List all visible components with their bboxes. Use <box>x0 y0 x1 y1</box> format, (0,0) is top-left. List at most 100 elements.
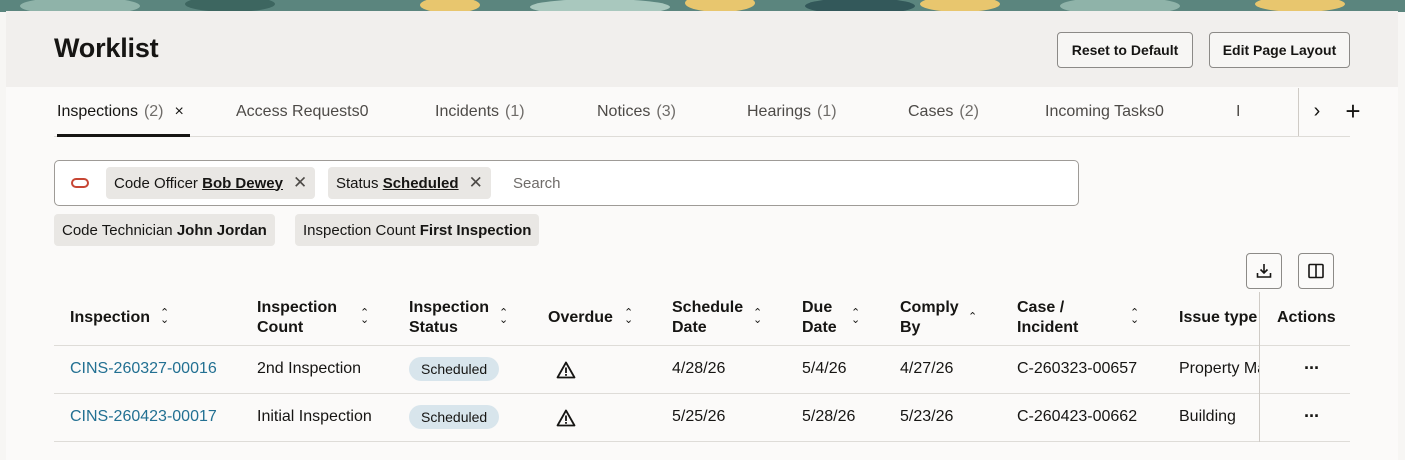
tab-overflow-divider <box>1288 88 1299 136</box>
tab-label: Access Requests0 <box>236 103 369 120</box>
download-icon[interactable] <box>1246 253 1282 289</box>
header-label: Date <box>672 319 707 336</box>
sort-icon[interactable]: ⌃ ⌄ <box>360 308 369 326</box>
more-actions-icon[interactable]: ··· <box>1304 406 1320 427</box>
warning-icon <box>556 407 576 429</box>
chip-value: Scheduled <box>382 174 459 192</box>
tab-label: Hearings <box>747 103 812 120</box>
header-divider <box>54 345 1350 346</box>
search-input[interactable]: Search <box>513 175 561 192</box>
oracle-logo-icon <box>71 178 89 188</box>
inspection-link[interactable]: CINS-260423-00017 <box>70 406 217 428</box>
filter-chip-status[interactable]: Status Scheduled ✕ <box>328 167 491 199</box>
add-tab-icon[interactable]: + <box>1338 96 1368 126</box>
tab-label: Inspections <box>57 103 138 120</box>
header-label: Count <box>257 319 304 336</box>
chevron-right-icon[interactable]: › <box>1307 100 1327 122</box>
due-date-cell: 5/28/26 <box>802 408 856 425</box>
row-divider <box>1260 441 1350 442</box>
frozen-column-divider <box>1259 292 1260 442</box>
sort-icon[interactable]: ⌃ ⌄ <box>1130 308 1139 326</box>
column-header-actions: Actions <box>1277 309 1336 326</box>
filter-search-bar[interactable]: Code Officer Bob Dewey ✕ Status Schedule… <box>54 160 1079 206</box>
inspection-count-cell: Initial Inspection <box>257 408 372 425</box>
header-label: Schedule <box>672 299 744 316</box>
issue-type-cell: Building <box>1179 408 1236 425</box>
tab-label: Cases <box>908 103 954 120</box>
tab-count: (1) <box>505 103 525 120</box>
column-header-case-incident[interactable]: Case / Incident <box>1017 292 1078 344</box>
row-divider <box>54 441 1350 442</box>
header-divider <box>1260 345 1350 346</box>
remove-filter-icon[interactable]: ✕ <box>293 173 307 193</box>
tab-notices[interactable]: Notices (3) <box>597 88 676 136</box>
comply-by-cell: 4/27/26 <box>900 360 954 377</box>
column-header-inspection[interactable]: Inspection <box>70 292 150 344</box>
header-label: Status <box>409 319 458 336</box>
tab-cases[interactable]: Cases (2) <box>908 88 979 136</box>
close-icon[interactable]: × <box>175 103 184 121</box>
chip-key: Code Officer <box>114 174 198 192</box>
more-actions-icon[interactable]: ··· <box>1304 358 1320 379</box>
tab-hearings[interactable]: Hearings (1) <box>747 88 837 136</box>
column-header-issue-type[interactable]: Issue type <box>1179 292 1257 344</box>
tab-label: Notices <box>597 103 651 120</box>
sort-icon[interactable]: ⌃ ⌄ <box>499 308 508 326</box>
tab-count: (1) <box>817 103 837 120</box>
header-label: Inspection <box>257 299 338 316</box>
tab-count: (3) <box>656 103 676 120</box>
tab-count: (2) <box>143 103 164 120</box>
filter-chip-code-officer[interactable]: Code Officer Bob Dewey ✕ <box>106 167 316 199</box>
column-header-comply-by[interactable]: Comply By <box>900 292 959 344</box>
tab-incoming-tasks[interactable]: Incoming Tasks0 <box>1045 88 1164 136</box>
issue-type-cell: Property Maintenance <box>1179 360 1259 377</box>
schedule-date-cell: 5/25/26 <box>672 408 726 425</box>
reset-to-default-button[interactable]: Reset to Default <box>1057 32 1193 68</box>
chip-key: Status <box>336 174 379 192</box>
inspection-count-cell: 2nd Inspection <box>257 360 362 377</box>
column-header-inspection-count[interactable]: Inspection Count <box>257 292 337 344</box>
column-header-schedule-date[interactable]: Schedule Date <box>672 292 743 344</box>
tab-count: (2) <box>959 103 979 120</box>
status-badge: Scheduled <box>409 405 500 429</box>
tab-label: I <box>1236 103 1241 120</box>
tab-bar: Inspections (2) × Access Requests0 Incid… <box>54 88 1361 137</box>
tab-overflow-partial[interactable]: I <box>1236 88 1240 136</box>
chip-value: First Inspection <box>419 221 532 239</box>
chip-key: Inspection Count <box>303 221 416 239</box>
remove-filter-icon[interactable]: ✕ <box>469 173 483 193</box>
inspection-link[interactable]: CINS-260327-00016 <box>70 358 217 380</box>
page-title: Worklist <box>54 33 159 63</box>
status-badge: Scheduled <box>409 357 500 381</box>
due-date-cell: 5/4/26 <box>802 360 847 377</box>
case-cell: C-260423-00662 <box>1017 408 1138 425</box>
columns-icon[interactable] <box>1298 253 1334 289</box>
comply-by-cell: 5/23/26 <box>900 408 954 425</box>
header-label: By <box>900 319 921 336</box>
schedule-date-cell: 4/28/26 <box>672 360 726 377</box>
header-label: Inspection <box>70 309 151 326</box>
header-label: Due <box>802 299 833 316</box>
case-cell: C-260323-00657 <box>1017 360 1138 377</box>
tab-label: Incidents <box>435 103 500 120</box>
sort-icon[interactable]: ⌃ ⌄ <box>160 308 169 326</box>
tab-inspections[interactable]: Inspections (2) × <box>57 88 190 137</box>
warning-icon <box>556 359 576 381</box>
header-label: Case / <box>1017 299 1065 316</box>
column-header-inspection-status[interactable]: Inspection Status <box>409 292 489 344</box>
sort-icon[interactable]: ⌃ ⌄ <box>753 308 762 326</box>
tab-access-requests[interactable]: Access Requests0 <box>236 88 369 136</box>
chip-value: John Jordan <box>176 221 267 239</box>
sort-ascending-icon[interactable]: ⌃ <box>968 312 977 323</box>
applied-filter-inspection-count[interactable]: Inspection Count First Inspection <box>295 214 540 246</box>
tab-incidents[interactable]: Incidents (1) <box>435 88 525 136</box>
sort-icon[interactable]: ⌃ ⌄ <box>851 308 860 326</box>
edit-page-layout-button[interactable]: Edit Page Layout <box>1209 32 1350 68</box>
chip-value: Bob Dewey <box>202 174 283 192</box>
tab-label: Incoming Tasks0 <box>1045 103 1164 120</box>
applied-filter-code-technician[interactable]: Code Technician John Jordan <box>54 214 275 246</box>
column-header-due-date[interactable]: Due Date <box>802 292 837 344</box>
column-header-overdue[interactable]: Overdue <box>548 292 613 344</box>
sort-icon[interactable]: ⌃ ⌄ <box>624 308 633 326</box>
chip-key: Code Technician <box>62 221 173 239</box>
